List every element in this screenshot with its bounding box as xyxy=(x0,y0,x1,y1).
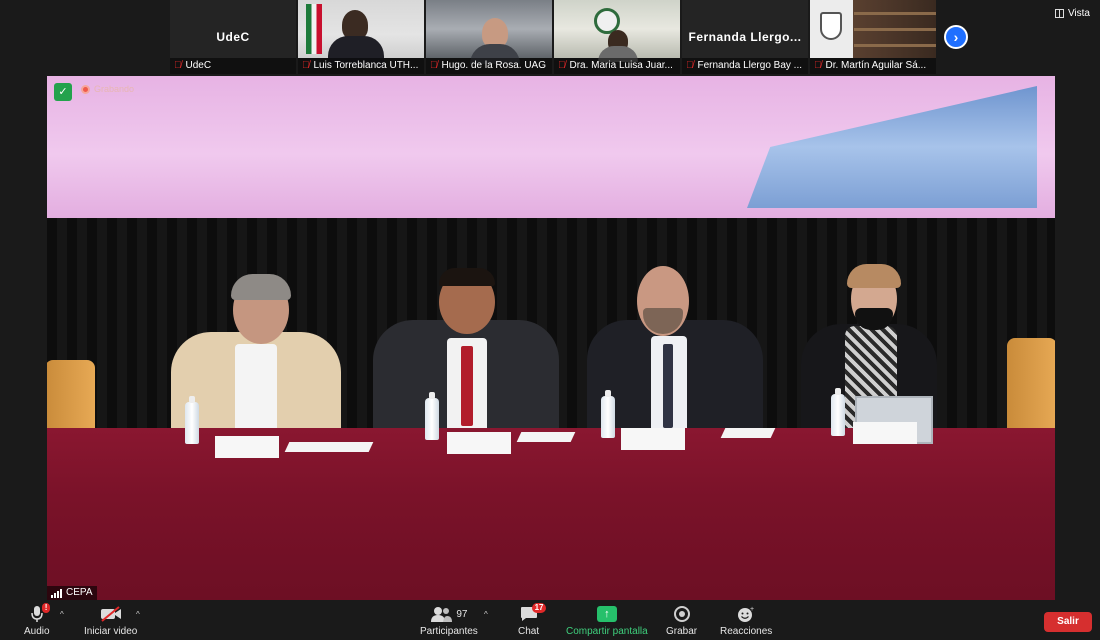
participants-count: 97 xyxy=(456,608,468,620)
participant-display-name: UdeC xyxy=(216,30,250,44)
participant-video xyxy=(426,0,552,64)
name-plate xyxy=(621,428,685,450)
view-label: Vista xyxy=(1067,8,1090,19)
chair xyxy=(1007,338,1055,434)
participant-name: Hugo. de la Rosa. UAG xyxy=(441,60,547,71)
participants-button[interactable]: 97 Participantes xyxy=(420,604,478,637)
participant-thumbnail-strip: UdeC 🎙̸ UdeC 🎙̸ Luis Torreblanca UTH... 🎙̸… xyxy=(170,0,936,74)
chevron-right-icon: › xyxy=(953,29,959,45)
projected-image xyxy=(747,86,1037,208)
participant-video xyxy=(810,0,936,58)
record-button[interactable]: Grabar xyxy=(666,604,697,637)
participants-label: Participantes xyxy=(420,626,478,637)
mic-muted-icon: 🎙̸ xyxy=(430,60,438,71)
mic-muted-icon: 🎙̸ xyxy=(558,60,566,71)
participant-name: Dr. Martín Aguilar Sá... xyxy=(825,60,927,71)
audio-button[interactable]: ! Audio xyxy=(24,603,51,637)
start-video-label: Iniciar video xyxy=(84,626,138,637)
speaker-name: CEPA xyxy=(66,587,93,598)
participant-thumbnail[interactable]: 🎙̸ Dra. Maria Luisa Juar... xyxy=(554,0,680,74)
panelist-hair xyxy=(847,264,901,288)
participant-name: Fernanda Llergo Bay ... xyxy=(697,60,803,71)
next-page-button[interactable]: › xyxy=(944,25,968,49)
share-screen-icon: ↑ xyxy=(596,606,617,622)
leave-meeting-button[interactable]: Salir xyxy=(1044,612,1092,632)
connection-strength-icon xyxy=(51,588,62,598)
record-label: Grabar xyxy=(666,626,698,637)
panelist-tie xyxy=(461,346,473,426)
participant-thumbnail[interactable]: 🎙̸ Dr. Martín Aguilar Sá... xyxy=(810,0,936,74)
start-video-button[interactable]: Iniciar video xyxy=(84,604,137,637)
institution-shield-icon xyxy=(820,12,842,40)
svg-text:+: + xyxy=(750,606,754,613)
chat-button[interactable]: 17 Chat xyxy=(518,603,547,637)
name-plate xyxy=(853,422,917,444)
participant-name: Luis Torreblanca UTH... xyxy=(313,60,419,71)
panelist-shirt xyxy=(235,344,277,440)
recording-dot-icon xyxy=(81,84,90,94)
participant-video xyxy=(554,0,680,62)
participants-options-caret-icon[interactable]: ^ xyxy=(484,610,488,619)
projection-screen xyxy=(47,76,1055,218)
audio-warning-badge: ! xyxy=(41,603,51,613)
panelist-hair xyxy=(439,268,495,286)
grid-view-icon xyxy=(1054,9,1064,18)
water-bottle xyxy=(601,390,615,438)
water-bottle xyxy=(425,392,439,440)
participant-thumbnail[interactable]: 🎙̸ Hugo. de la Rosa. UAG xyxy=(426,0,552,74)
recording-label: Grabando xyxy=(94,84,135,94)
mic-muted-icon: 🎙̸ xyxy=(814,60,822,71)
participant-caption: 🎙̸ UdeC xyxy=(170,58,296,74)
bookshelf xyxy=(854,12,936,15)
active-speaker-label: CEPA xyxy=(47,586,97,600)
mic-muted-icon: 🎙̸ xyxy=(174,60,182,71)
bookshelf xyxy=(854,28,936,31)
name-plate xyxy=(215,436,279,458)
participant-caption: 🎙̸ Hugo. de la Rosa. UAG xyxy=(426,58,552,74)
main-video: ✓ Grabando xyxy=(47,76,1055,600)
participant-caption: 🎙̸ Luis Torreblanca UTH... xyxy=(298,58,424,74)
mic-muted-icon: 🎙̸ xyxy=(302,60,310,71)
panel-table xyxy=(47,428,1055,600)
participants-icon xyxy=(431,607,453,622)
record-icon xyxy=(673,606,690,622)
view-button[interactable]: Vista xyxy=(1054,8,1090,19)
reactions-label: Reacciones xyxy=(720,626,773,637)
chat-unread-badge: 17 xyxy=(531,603,547,613)
share-screen-label: Compartir pantalla xyxy=(566,626,648,637)
participant-name: UdeC xyxy=(185,60,212,71)
video-options-caret-icon[interactable]: ^ xyxy=(136,610,140,619)
participant-thumbnail[interactable]: 🎙̸ Luis Torreblanca UTH... xyxy=(298,0,424,74)
panelist-tie xyxy=(663,344,673,428)
participant-video xyxy=(298,0,424,66)
document-paper xyxy=(720,428,776,438)
participant-display-name: Fernanda Llergo... xyxy=(688,30,802,44)
audio-options-caret-icon[interactable]: ^ xyxy=(60,610,64,619)
flag-image xyxy=(306,4,322,54)
reactions-button[interactable]: + Reacciones xyxy=(720,604,772,637)
recording-indicator: Grabando xyxy=(81,84,134,94)
mic-muted-icon: 🎙̸ xyxy=(686,60,694,71)
participant-name: Dra. Maria Luisa Juar... xyxy=(569,60,673,71)
participant-caption: 🎙̸ Fernanda Llergo Bay ... xyxy=(682,58,808,74)
reactions-icon: + xyxy=(738,606,754,622)
participant-thumbnail[interactable]: Fernanda Llergo... 🎙̸ Fernanda Llergo Bay… xyxy=(682,0,808,74)
participant-thumbnail[interactable]: UdeC 🎙̸ UdeC xyxy=(170,0,296,74)
water-bottle xyxy=(185,396,199,444)
participant-caption: 🎙̸ Dr. Martín Aguilar Sá... xyxy=(810,58,936,74)
document-paper xyxy=(516,432,576,442)
audio-label: Audio xyxy=(24,626,50,637)
participant-caption: 🎙̸ Dra. Maria Luisa Juar... xyxy=(554,58,680,74)
document-paper xyxy=(284,442,374,452)
security-shield-icon[interactable]: ✓ xyxy=(54,83,72,101)
video-off-icon xyxy=(100,606,121,622)
share-screen-button[interactable]: ↑ Compartir pantalla xyxy=(566,604,648,637)
water-bottle xyxy=(831,388,845,436)
name-plate xyxy=(447,432,511,454)
meeting-toolbar: ! Audio ^ Iniciar video ^ 97 Participant… xyxy=(0,602,1100,640)
panelist-hair xyxy=(231,274,291,300)
bookshelf xyxy=(854,44,936,47)
chat-label: Chat xyxy=(518,626,540,637)
